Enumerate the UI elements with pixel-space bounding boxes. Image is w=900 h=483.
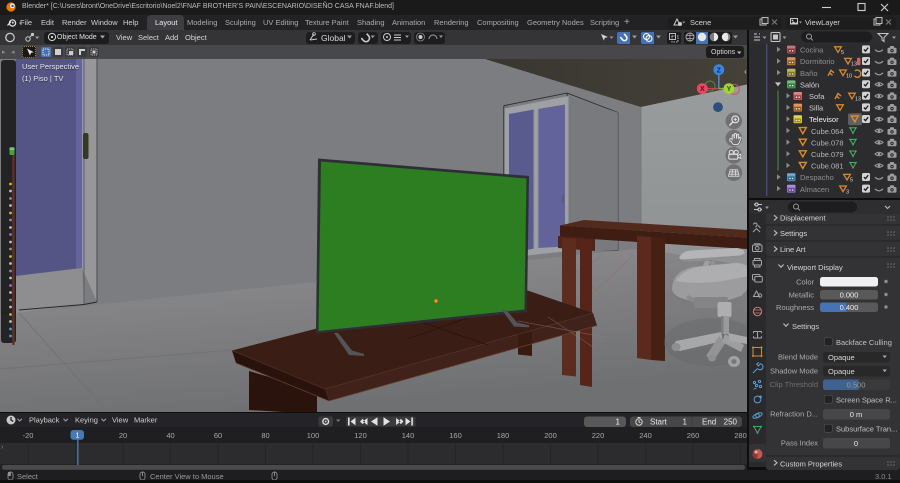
svg-text:Color: Color <box>796 278 814 287</box>
svg-text:Cube.081: Cube.081 <box>811 162 844 171</box>
svg-text:250: 250 <box>724 418 738 427</box>
svg-text:Custom Properties: Custom Properties <box>780 460 842 469</box>
svg-text:100: 100 <box>307 431 320 440</box>
svg-text:Clip Threshold: Clip Threshold <box>770 380 818 389</box>
svg-text:Settings: Settings <box>780 229 807 238</box>
svg-text:Opaque: Opaque <box>828 353 855 362</box>
svg-text:Baño: Baño <box>800 69 818 78</box>
svg-text:260: 260 <box>687 431 700 440</box>
svg-text:140: 140 <box>402 431 415 440</box>
svg-text:Silla: Silla <box>809 104 824 113</box>
svg-text:0.000: 0.000 <box>840 291 859 300</box>
svg-text:5: 5 <box>850 178 853 184</box>
svg-text:Sofa: Sofa <box>809 92 825 101</box>
svg-text:0: 0 <box>854 439 858 448</box>
svg-text:40: 40 <box>166 431 174 440</box>
svg-text:Y: Y <box>727 86 732 93</box>
svg-text:Opaque: Opaque <box>828 367 855 376</box>
svg-text:Viewport Display: Viewport Display <box>787 263 843 272</box>
svg-text:13: 13 <box>851 62 857 68</box>
svg-text:220: 220 <box>592 431 605 440</box>
svg-text:180: 180 <box>497 431 510 440</box>
svg-text:80: 80 <box>261 431 269 440</box>
svg-text:Z: Z <box>717 67 722 74</box>
svg-text:1: 1 <box>683 418 688 427</box>
svg-text:Screen Space R...: Screen Space R... <box>836 396 897 405</box>
svg-text:1: 1 <box>75 430 79 439</box>
svg-text:X: X <box>700 86 705 93</box>
svg-text:Cube.078: Cube.078 <box>811 138 844 147</box>
svg-text:240: 240 <box>639 431 652 440</box>
svg-text:5: 5 <box>841 50 844 56</box>
svg-text:280: 280 <box>734 431 747 440</box>
svg-text:3: 3 <box>846 189 849 195</box>
svg-text:Shadow Mode: Shadow Mode <box>770 367 818 376</box>
svg-text:Cube.064: Cube.064 <box>811 127 844 136</box>
svg-text:Subsurface Tran...: Subsurface Tran... <box>836 425 897 434</box>
svg-text:Cocina: Cocina <box>800 46 824 55</box>
svg-text:Backface Culling: Backface Culling <box>836 338 892 347</box>
svg-text:Roughness: Roughness <box>776 303 814 312</box>
svg-text:1: 1 <box>616 418 621 427</box>
svg-text:10: 10 <box>846 73 852 79</box>
svg-text:0.500: 0.500 <box>847 381 866 390</box>
svg-text:Metallic: Metallic <box>789 291 815 300</box>
svg-text:Cube.079: Cube.079 <box>811 150 844 159</box>
svg-text:13: 13 <box>855 97 861 103</box>
svg-text:View: View <box>112 416 129 425</box>
svg-text:Displacement: Displacement <box>780 214 826 223</box>
svg-text:120: 120 <box>354 431 367 440</box>
svg-text:0 m: 0 m <box>850 410 863 419</box>
svg-text:Almacen: Almacen <box>800 185 829 194</box>
svg-text:End: End <box>702 418 716 427</box>
svg-text:Refraction D...: Refraction D... <box>770 410 818 419</box>
svg-text:Settings: Settings <box>792 322 819 331</box>
svg-text:0.400: 0.400 <box>840 303 859 312</box>
svg-text:Pass Index: Pass Index <box>781 439 818 448</box>
svg-text:Despacho: Despacho <box>800 173 834 182</box>
svg-text:Dormitorio: Dormitorio <box>800 57 835 66</box>
svg-text:Keying: Keying <box>75 416 98 425</box>
svg-text:160: 160 <box>449 431 462 440</box>
svg-text:20: 20 <box>119 431 127 440</box>
svg-text:200: 200 <box>544 431 557 440</box>
svg-text:60: 60 <box>214 431 222 440</box>
svg-text:Start: Start <box>650 418 668 427</box>
svg-text:Line Art: Line Art <box>780 245 806 254</box>
svg-text:‹: ‹ <box>744 67 747 76</box>
svg-text:Salón: Salón <box>800 80 819 89</box>
svg-text:Marker: Marker <box>134 416 158 425</box>
svg-text:-20: -20 <box>23 431 34 440</box>
svg-text:Blend Mode: Blend Mode <box>778 353 818 362</box>
svg-text:Televisor: Televisor <box>809 115 839 124</box>
svg-text:Playback: Playback <box>29 416 60 425</box>
